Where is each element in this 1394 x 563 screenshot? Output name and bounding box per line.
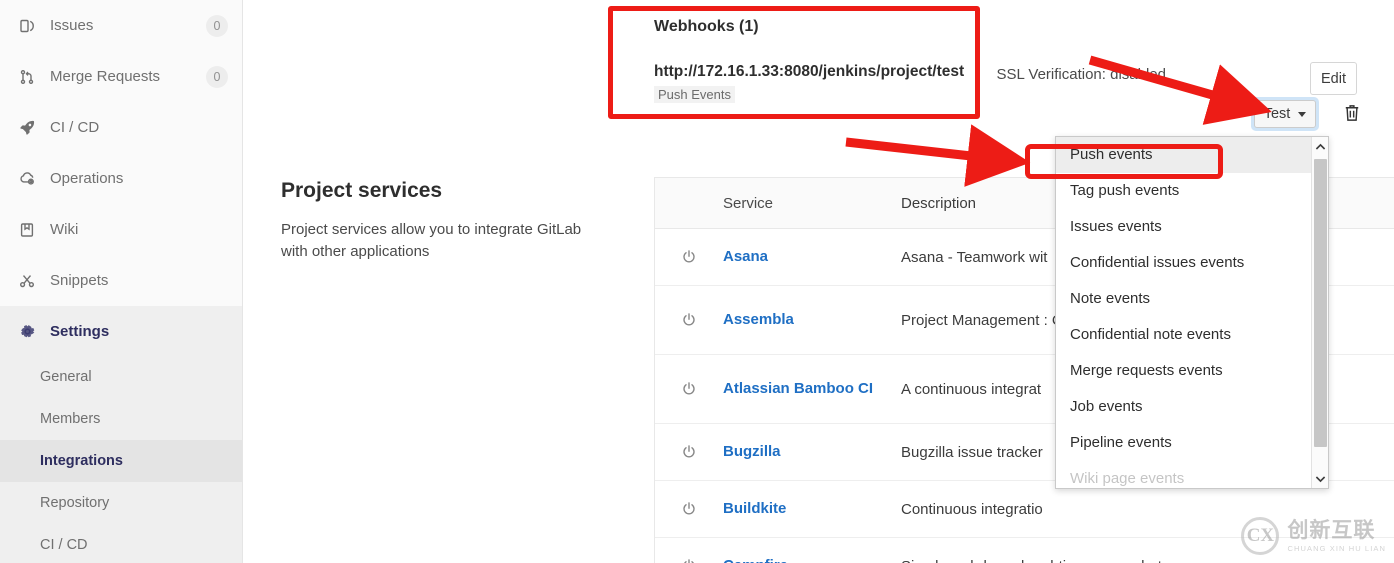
dropdown-item-note-events[interactable]: Note events [1056,281,1328,317]
service-link[interactable]: Bugzilla [723,443,781,460]
sidebar-item-label: CI / CD [50,119,100,136]
merge-request-icon [16,68,38,86]
watermark: CX 创新互联 CHUANG XIN HU LIAN [1241,517,1386,555]
watermark-pinyin: CHUANG XIN HU LIAN [1287,543,1386,553]
sidebar: Issues 0 Merge Requests 0 CI / CD Operat… [0,0,243,563]
service-name[interactable]: Bugzilla [723,443,901,461]
sidebar-item-issues[interactable]: Issues 0 [0,0,242,51]
service-link[interactable]: Asana [723,248,768,265]
issues-count-badge: 0 [206,14,228,37]
webhook-url[interactable]: http://172.16.1.33:8080/jenkins/project/… [609,36,1349,81]
sidebar-item-settings-ci-cd[interactable]: CI / CD [0,524,242,563]
edit-button[interactable]: Edit [1310,62,1357,95]
power-icon [655,501,723,517]
sidebar-item-repository[interactable]: Repository [0,482,242,524]
chevron-up-icon[interactable] [1312,138,1328,155]
service-link[interactable]: Atlassian Bamboo CI [723,380,873,397]
issues-icon [16,17,38,35]
dropdown-item-tag-push-events[interactable]: Tag push events [1056,173,1328,209]
sidebar-subitem-label: Repository [40,495,110,511]
webhooks-title: Webhooks (1) [654,18,759,35]
merge-requests-count-badge: 0 [206,65,228,88]
dropdown-item-wiki-page-events[interactable]: Wiki page events [1056,461,1328,488]
service-name[interactable]: Campfire [723,557,901,563]
test-events-dropdown-menu[interactable]: Push events Tag push events Issues event… [1055,136,1329,489]
chevron-down-icon [1298,111,1307,117]
sidebar-subitem-label: Integrations [40,453,123,469]
column-header-service: Service [723,194,774,212]
gear-icon [16,322,38,340]
sidebar-item-label: Merge Requests [50,68,161,85]
sidebar-item-label: Settings [50,322,110,340]
dropdown-scrollbar[interactable] [1311,137,1328,488]
screenshot-root: Issues 0 Merge Requests 0 CI / CD Operat… [0,0,1394,563]
power-icon [655,444,723,460]
service-name[interactable]: Atlassian Bamboo CI [723,380,901,398]
dropdown-item-merge-requests-events[interactable]: Merge requests events [1056,353,1328,389]
sidebar-item-label: Snippets [50,272,109,289]
watermark-text: 创新互联 CHUANG XIN HU LIAN [1287,520,1386,553]
test-dropdown-button[interactable]: Test [1254,100,1316,128]
dropdown-item-issues-events[interactable]: Issues events [1056,209,1328,245]
service-link[interactable]: Campfire [723,557,788,563]
sidebar-item-label: Operations [50,170,124,187]
sidebar-item-general[interactable]: General [0,356,242,398]
sidebar-item-members[interactable]: Members [0,398,242,440]
watermark-logo-icon: CX [1241,517,1280,555]
delete-webhook-button[interactable] [1343,103,1361,123]
power-icon [655,558,723,563]
test-button-focus-ring: Test [1251,97,1319,131]
sidebar-subitem-label: CI / CD [40,537,88,553]
service-name[interactable]: Asana [723,248,901,266]
scissors-icon [16,272,38,290]
dropdown-item-push-events[interactable]: Push events [1056,137,1328,173]
ssl-verification-status: SSL Verification: disabled [996,66,1166,83]
sidebar-item-integrations[interactable]: Integrations [0,440,242,482]
page-title: Project services [281,179,443,202]
service-description: Simple web-based real-time group chat [901,556,1394,563]
main-content: Webhooks (1) http://172.16.1.33:8080/jen… [243,0,1394,563]
service-link[interactable]: Buildkite [723,500,786,517]
sidebar-item-wiki[interactable]: Wiki [0,204,242,255]
sidebar-item-label: Wiki [50,221,79,238]
page-description: Project services allow you to integrate … [281,221,582,260]
sidebar-item-ci-cd[interactable]: CI / CD [0,102,242,153]
dropdown-item-job-events[interactable]: Job events [1056,389,1328,425]
chevron-down-icon[interactable] [1312,470,1328,487]
sidebar-item-operations[interactable]: Operations [0,153,242,204]
dropdown-item-confidential-issues-events[interactable]: Confidential issues events [1056,245,1328,281]
trash-icon [1345,105,1359,121]
dropdown-item-confidential-note-events[interactable]: Confidential note events [1056,317,1328,353]
webhook-events-badge: Push Events [654,86,735,103]
service-name[interactable]: Buildkite [723,500,901,518]
power-icon [655,312,723,328]
webhooks-panel: Webhooks (1) http://172.16.1.33:8080/jen… [609,4,1349,104]
scrollbar-thumb[interactable] [1314,159,1327,447]
power-icon [655,249,723,265]
rocket-icon [16,119,38,137]
power-icon [655,381,723,397]
test-button-label: Test [1263,106,1291,122]
sidebar-subitem-label: General [40,369,92,385]
sidebar-item-snippets[interactable]: Snippets [0,255,242,306]
service-name[interactable]: Assembla [723,311,901,329]
sidebar-item-merge-requests[interactable]: Merge Requests 0 [0,51,242,102]
sidebar-item-settings[interactable]: Settings [0,306,242,356]
watermark-chinese: 创新互联 [1287,518,1376,542]
sidebar-settings-section: Settings General Members Integrations Re… [0,306,242,563]
sidebar-subitem-label: Members [40,411,101,427]
book-icon [16,221,38,239]
cloud-gear-icon [16,170,38,188]
sidebar-item-label: Issues [50,17,94,34]
service-link[interactable]: Assembla [723,311,794,328]
dropdown-item-pipeline-events[interactable]: Pipeline events [1056,425,1328,461]
